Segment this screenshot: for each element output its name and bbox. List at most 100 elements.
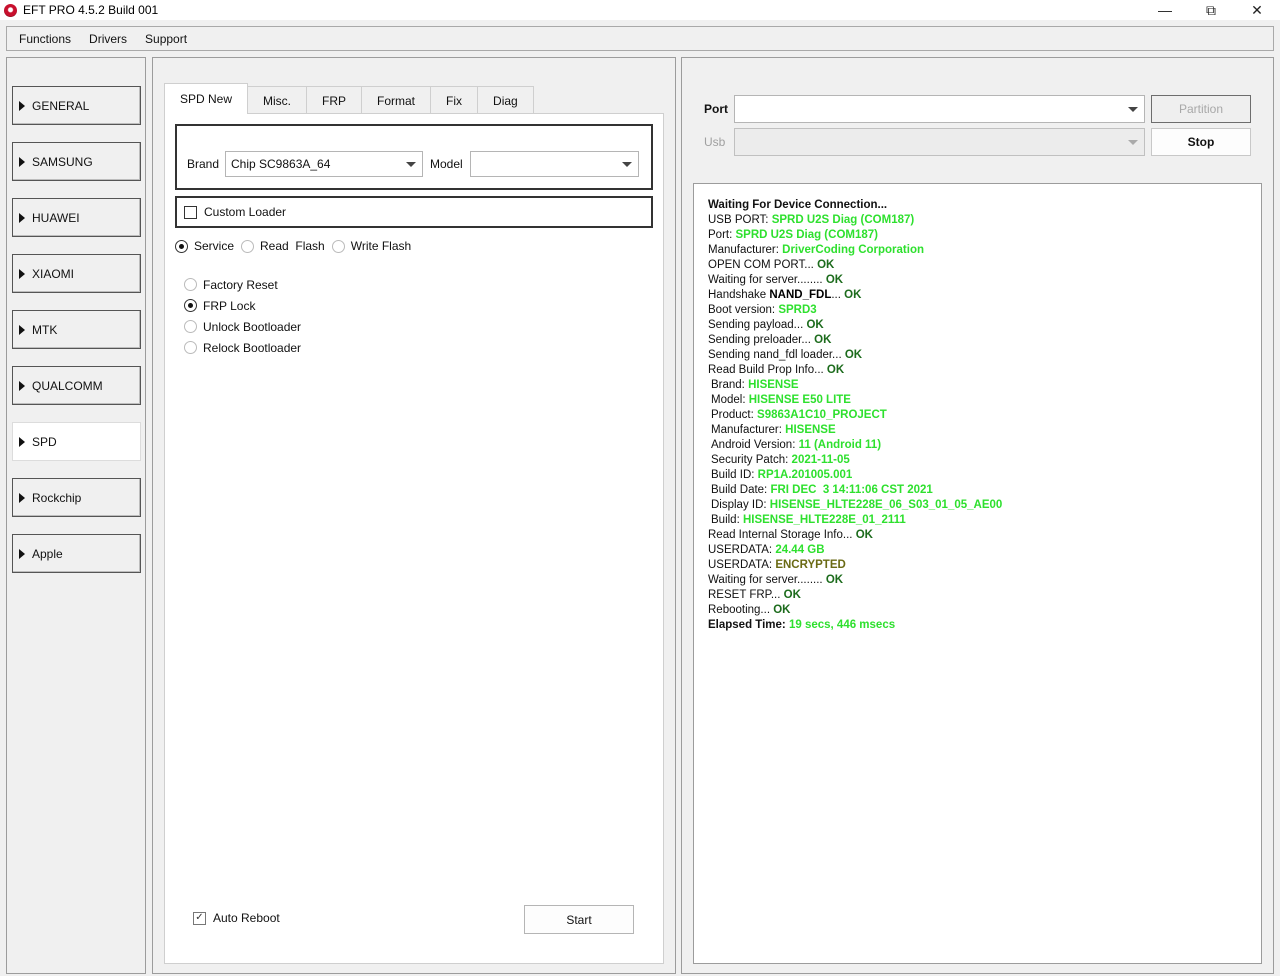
tab-misc[interactable]: Misc. (247, 86, 308, 114)
tab-frp[interactable]: FRP (306, 86, 363, 114)
log-label: Manufacturer: (711, 424, 786, 436)
tab-diag[interactable]: Diag (477, 86, 534, 114)
log-value: SPRD3 (778, 304, 817, 316)
sidebar-item-rockchip[interactable]: Rockchip (12, 478, 141, 517)
log-label: ... (831, 289, 845, 301)
sidebar-item-general[interactable]: GENERAL (12, 86, 141, 125)
log-output[interactable]: Waiting For Device Connection... USB PORT… (693, 183, 1262, 964)
checkmark-icon[interactable]: ✓ (193, 911, 206, 925)
log-value: HISENSE (748, 379, 799, 391)
close-icon[interactable]: ✕ (1234, 0, 1280, 20)
mode-radio-group: Service Read Flash Write Flash (175, 239, 418, 253)
mode-label: Read Flash (260, 239, 325, 253)
caret-right-icon (19, 436, 25, 447)
caret-right-icon (19, 100, 25, 111)
mode-write-flash[interactable]: Write Flash (331, 239, 412, 253)
log-label: Build Date: (711, 484, 771, 496)
log-value: OK (844, 289, 862, 301)
start-button[interactable]: Start (524, 905, 634, 934)
log-label: RESET FRP... (708, 589, 784, 601)
log-value: S9863A1C10_PROJECT (757, 409, 887, 421)
log-line: Read Build Prop Info... OK (708, 363, 1261, 378)
log-line: Build ID: RP1A.201005.001 (708, 468, 1261, 483)
minimize-icon[interactable]: — (1142, 0, 1188, 20)
log-value: OK (825, 274, 844, 286)
menu-support[interactable]: Support (139, 32, 199, 46)
log-value: HISENSE_HLTE228E_06_S03_01_05_AE00 (769, 499, 1003, 511)
op-factory-reset[interactable]: Factory Reset (184, 274, 301, 295)
log-line: Sending nand_fdl loader... OK (708, 348, 1261, 363)
log-value: RP1A.201005.001 (757, 469, 853, 481)
log-line: Build Date: FRI DEC 3 14:11:06 CST 2021 (708, 483, 1261, 498)
partition-button[interactable]: Partition (1151, 95, 1251, 123)
log-line: Manufacturer: HISENSE (708, 423, 1261, 438)
log-value: OK (825, 574, 844, 586)
log-label: USB PORT: (708, 214, 772, 226)
stop-button[interactable]: Stop (1151, 128, 1251, 156)
log-label: USERDATA: (708, 559, 776, 571)
auto-reboot-label: Auto Reboot (213, 911, 280, 925)
operation-label: Unlock Bootloader (203, 319, 302, 334)
brand-label: Brand (187, 157, 220, 171)
spd-new-page: Brand Chip SC9863A_64 Model Custom Loade… (164, 113, 664, 964)
mode-read-flash[interactable]: Read Flash (241, 239, 325, 253)
mode-service[interactable]: Service (175, 239, 234, 253)
usb-label: Usb (704, 135, 726, 149)
sidebar-item-label: XIAOMI (32, 266, 75, 281)
log-value: FRI DEC 3 14:11:06 CST 2021 (770, 484, 933, 496)
sidebar-item-huawei[interactable]: HUAWEI (12, 198, 141, 237)
auto-reboot-option[interactable]: ✓ Auto Reboot (193, 911, 280, 925)
custom-loader-label: Custom Loader (204, 205, 287, 219)
brand-select[interactable]: Chip SC9863A_64 (225, 151, 423, 177)
mode-label: Write Flash (350, 239, 412, 253)
log-value: ENCRYPTED (775, 559, 846, 571)
tab-fix[interactable]: Fix (430, 86, 479, 114)
usb-select[interactable] (734, 128, 1145, 156)
op-relock-bootloader[interactable]: Relock Bootloader (184, 337, 301, 358)
title-bar: EFT PRO 4.5.2 Build 001 — ⧉ ✕ (0, 0, 1280, 20)
sidebar-item-label: SPD (32, 434, 57, 449)
radio-empty-icon (184, 320, 197, 333)
port-select[interactable] (734, 95, 1145, 123)
radio-selected-icon (175, 239, 188, 253)
menu-functions[interactable]: Functions (13, 32, 83, 46)
log-label: Boot version: (708, 304, 779, 316)
model-label: Model (430, 157, 463, 171)
radio-selected-icon (184, 299, 197, 312)
log-label: Manufacturer: (708, 244, 783, 256)
menu-drivers[interactable]: Drivers (83, 32, 139, 46)
chevron-down-icon (406, 162, 416, 167)
custom-loader-checkbox[interactable] (184, 205, 197, 219)
log-label: Android Version: (711, 439, 799, 451)
model-select[interactable] (470, 151, 639, 177)
radio-empty-icon (184, 341, 197, 354)
sidebar-item-apple[interactable]: Apple (12, 534, 141, 573)
log-value: OK (806, 319, 824, 331)
log-label: Build ID: (711, 469, 758, 481)
operation-label: Relock Bootloader (203, 340, 302, 355)
log-value: OK (814, 334, 832, 346)
sidebar-item-label: GENERAL (32, 98, 90, 113)
log-label: Product: (711, 409, 758, 421)
log-line: RESET FRP... OK (708, 588, 1261, 603)
log-value: SPRD U2S Diag (COM187) (735, 229, 878, 241)
restore-icon[interactable]: ⧉ (1188, 0, 1234, 20)
sidebar-item-qualcomm[interactable]: QUALCOMM (12, 366, 141, 405)
menu-bar: Functions Drivers Support (6, 26, 1274, 51)
log-line: USERDATA: 24.44 GB (708, 543, 1261, 558)
log-label: USERDATA: (708, 544, 776, 556)
log-line: Read Internal Storage Info... OK (708, 528, 1261, 543)
sidebar-item-xiaomi[interactable]: XIAOMI (12, 254, 141, 293)
brand-select-value: Chip SC9863A_64 (231, 157, 331, 171)
sidebar-item-samsung[interactable]: SAMSUNG (12, 142, 141, 181)
op-unlock-bootloader[interactable]: Unlock Bootloader (184, 316, 301, 337)
tab-spd-new[interactable]: SPD New (164, 83, 249, 114)
tab-format[interactable]: Format (361, 86, 432, 114)
log-value: OK (773, 604, 791, 616)
sidebar-item-spd[interactable]: SPD (12, 422, 141, 461)
operation-radio-group: Factory Reset FRP Lock Unlock Bootloader… (184, 274, 301, 358)
log-label: Waiting for server........ (708, 574, 826, 586)
op-frp-lock[interactable]: FRP Lock (184, 295, 301, 316)
log-label: Read Build Prop Info... (708, 364, 827, 376)
sidebar-item-mtk[interactable]: MTK (12, 310, 141, 349)
